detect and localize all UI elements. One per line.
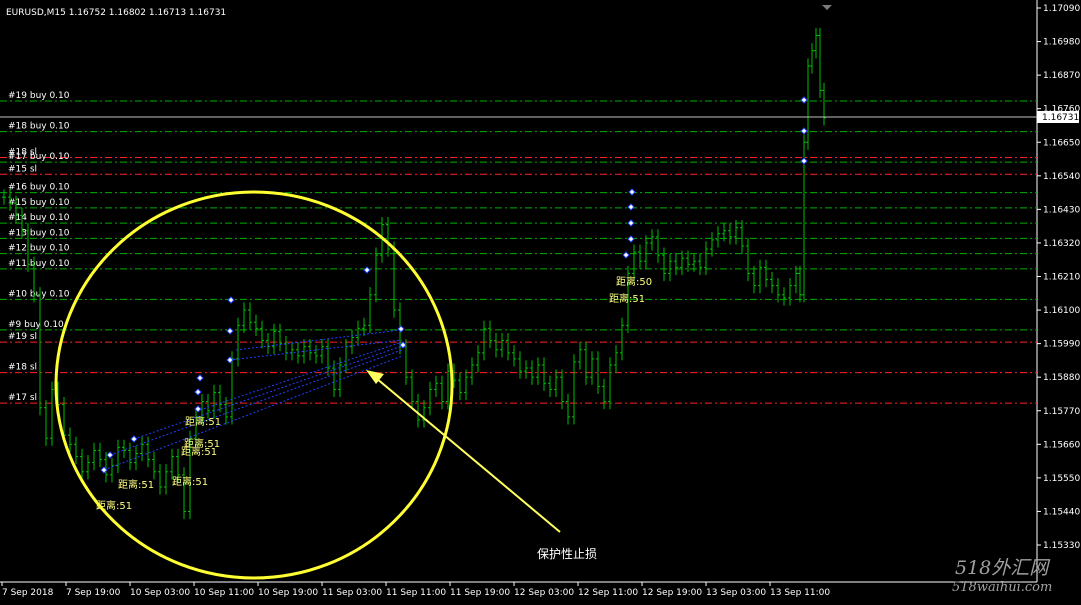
price-tick-label: 1.16980: [1043, 38, 1080, 48]
distance-label: 距离:51: [118, 478, 154, 491]
order-arrow-icon: [622, 251, 630, 259]
time-tick-label: 13 Sep 03:00: [706, 588, 766, 598]
time-tick-label: 13 Sep 11:00: [770, 588, 830, 598]
price-tick-label: 1.16870: [1043, 71, 1080, 81]
time-tick-label: 11 Sep 19:00: [450, 588, 510, 598]
price-tick-label: 1.16210: [1043, 273, 1080, 283]
price-tick-label: 1.16650: [1043, 138, 1080, 148]
order-line-label: #17 sl: [8, 393, 37, 403]
time-tick-label: 11 Sep 11:00: [386, 588, 446, 598]
order-line-label: #17 buy 0.10: [8, 152, 70, 162]
svg-text:1.16731: 1.16731: [1042, 113, 1079, 123]
price-tick-label: 1.16100: [1043, 306, 1080, 316]
order-line-label: #18 sl: [8, 363, 37, 373]
order-line-label: #15 sl: [8, 164, 37, 174]
order-arrow-icon: [627, 219, 635, 227]
order-line-label: #14 buy 0.10: [8, 213, 70, 223]
annotation-arrow-line: [375, 377, 561, 533]
time-tick-label: 12 Sep 19:00: [642, 588, 702, 598]
time-tick-label: 12 Sep 03:00: [514, 588, 574, 598]
distance-label: 距离:50: [616, 275, 652, 288]
order-arrow-icon: [130, 435, 138, 443]
order-line-label: #12 buy 0.10: [8, 244, 70, 254]
order-arrow-icon: [196, 374, 204, 382]
order-arrow-icon: [226, 327, 234, 335]
order-line-label: #18 buy 0.10: [8, 122, 70, 132]
time-tick-label: 10 Sep 19:00: [258, 588, 318, 598]
chart-window[interactable]: #19 buy 0.10 #18 buy 0.10 #18 sl #17 buy 0.…: [0, 0, 1081, 605]
price-tick-label: 1.16430: [1043, 205, 1080, 215]
distance-label: 距离:51: [172, 475, 208, 488]
order-line-label: #19 sl: [8, 332, 37, 342]
price-tick-label: 1.15330: [1043, 541, 1080, 551]
order-arrow-icon: [194, 388, 202, 396]
order-line-label: #9 buy 0.10: [8, 320, 64, 330]
order-arrow-icon: [800, 157, 808, 165]
price-tick-label: 1.15990: [1043, 340, 1080, 350]
order-arrow-icon: [628, 188, 636, 196]
distance-label: 距离:51: [184, 437, 220, 450]
order-line-label: #19 buy 0.10: [8, 91, 70, 101]
order-arrow-icon: [627, 235, 635, 243]
order-arrow-icon: [227, 296, 235, 304]
order-line-label: #13 buy 0.10: [8, 228, 70, 238]
time-axis: 7 Sep 2018 7 Sep 19:00 10 Sep 03:00 10 Sep …: [1, 582, 830, 598]
price-tick-label: 1.16540: [1043, 172, 1080, 182]
order-lines-layer: #19 buy 0.10 #18 buy 0.10 #18 sl #17 buy 0.…: [0, 91, 1037, 404]
price-axis: 1.170901.169801.168701.167601.166501.165…: [1037, 4, 1080, 551]
time-tick-label: 7 Sep 2018: [2, 588, 54, 598]
price-tick-label: 1.15770: [1043, 407, 1080, 417]
order-arrow-icon: [800, 96, 808, 104]
time-tick-label: 11 Sep 03:00: [322, 588, 382, 598]
order-line-label: #11 buy 0.10: [8, 259, 70, 269]
shift-marker-icon[interactable]: [822, 5, 832, 10]
distance-label: 距离:51: [609, 292, 645, 305]
order-line-label: #16 buy 0.10: [8, 183, 70, 193]
order-link-line: [103, 355, 403, 471]
time-tick-label: 7 Sep 19:00: [66, 588, 121, 598]
order-link-line: [235, 329, 401, 351]
order-arrow-icon: [627, 203, 635, 211]
time-tick-label: 10 Sep 03:00: [130, 588, 190, 598]
price-tick-label: 1.15660: [1043, 440, 1080, 450]
highlight-circle: [54, 190, 454, 580]
order-link-line: [133, 345, 403, 440]
time-tick-label: 10 Sep 11:00: [194, 588, 254, 598]
chart-header: EURUSD,M15 1.16752 1.16802 1.16713 1.167…: [6, 8, 226, 18]
order-line-label: #15 buy 0.10: [8, 198, 70, 208]
annotation-text: 保护性止损: [537, 547, 597, 561]
distance-labels-layer: 距离:51距离:51 距离:51距离:51距离:51距离:51距离:50距离:51: [96, 275, 652, 512]
price-tick-label: 1.15880: [1043, 373, 1080, 383]
order-arrow-icon: [800, 127, 808, 135]
trend-lines-layer: [103, 329, 403, 471]
current-price-marker: 1.16731: [0, 111, 1079, 123]
svg-text:518外汇网518waihui.com: 518外汇网 518waihui.com: [952, 557, 1052, 595]
order-link-line: [109, 349, 403, 456]
price-tick-label: 1.15550: [1043, 474, 1080, 484]
price-tick-label: 1.17090: [1043, 4, 1080, 14]
watermark-logo: 518外汇网 518waihui.com: [952, 557, 1052, 595]
price-chart[interactable]: #19 buy 0.10 #18 buy 0.10 #18 sl #17 buy 0.…: [0, 0, 1081, 605]
price-tick-label: 1.15440: [1043, 507, 1080, 517]
time-tick-label: 12 Sep 11:00: [578, 588, 638, 598]
distance-label: 距离:51: [185, 415, 221, 428]
price-tick-label: 1.16320: [1043, 239, 1080, 249]
order-arrow-icon: [363, 266, 371, 274]
order-arrow-icon: [397, 325, 405, 333]
order-arrow-icon: [106, 451, 114, 459]
